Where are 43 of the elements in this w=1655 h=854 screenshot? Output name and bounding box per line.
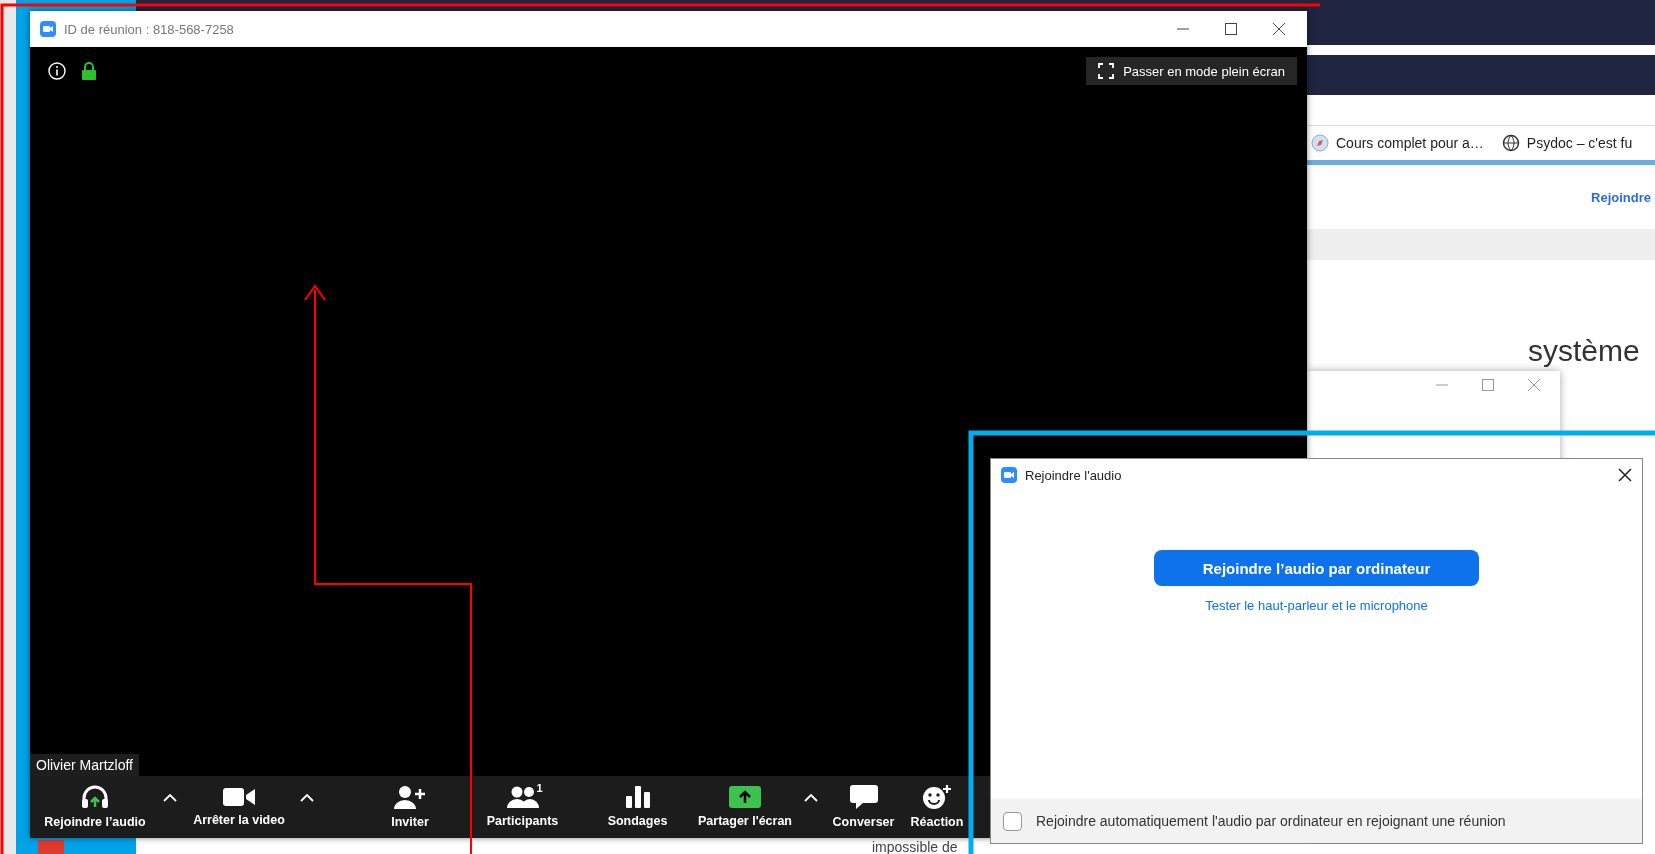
toolbar-button[interactable]: Rejoindre l’audio [30,785,160,829]
smiley-icon [923,785,951,809]
fullscreen-button[interactable]: Passer en mode plein écran [1086,57,1297,85]
close-icon[interactable] [1273,23,1285,35]
participant-name: Olivier Martzloff [30,754,139,776]
dialog-title: Rejoindre l'audio [1025,467,1123,483]
share-screen-icon [729,786,761,808]
bookmark[interactable]: Psydoc – c'est fu [1501,134,1633,152]
page-heading: système [1528,334,1640,368]
caret-icon [163,794,177,802]
caret-icon [300,794,314,802]
window-title: ID de réunion : 818-568-7258 [64,21,235,37]
toolbar-button[interactable]: Converser [822,785,905,829]
expand-icon [1098,63,1115,79]
page-text: impossible de [872,839,958,854]
caret-icon [804,794,818,802]
pdf-file-icon [38,840,64,854]
people-icon [506,786,539,808]
globe-icon [1501,134,1520,152]
toolbar-button[interactable]: Réaction [905,785,969,829]
lock-icon[interactable] [82,62,96,80]
toolbar-button[interactable]: Sondages [585,786,690,828]
checkbox-label: Rejoindre automatiquement l'audio par ordinateur en rejoignant une réunion [1036,813,1506,829]
join-audio-button[interactable]: Rejoindre l’audio par ordinateur [1154,550,1479,586]
info-icon[interactable] [48,62,66,80]
options-caret[interactable] [298,794,316,802]
toolbar-button[interactable]: Partager l'écran [690,786,800,828]
checkbox[interactable] [1003,811,1022,831]
camera-icon [1001,467,1017,483]
headphones-icon [80,785,110,809]
join-link[interactable]: Rejoindre [1591,189,1651,205]
bookmark[interactable]: Cours complet pour a… [1311,134,1484,152]
test-audio-link[interactable]: Tester le haut-parleur et le microphone [1205,598,1428,613]
speech-bubble-icon [849,785,878,809]
toolbar-button[interactable]: Inviter [360,785,460,829]
compass-icon [1311,134,1329,152]
add-person-icon [394,785,426,809]
close-icon[interactable] [1618,468,1632,482]
camera-icon [40,21,56,37]
maximize-icon[interactable] [1225,23,1237,35]
video-camera-icon [223,787,255,807]
bar-chart-icon [625,786,650,808]
toolbar-button[interactable]: Arrêter la video [180,787,298,827]
